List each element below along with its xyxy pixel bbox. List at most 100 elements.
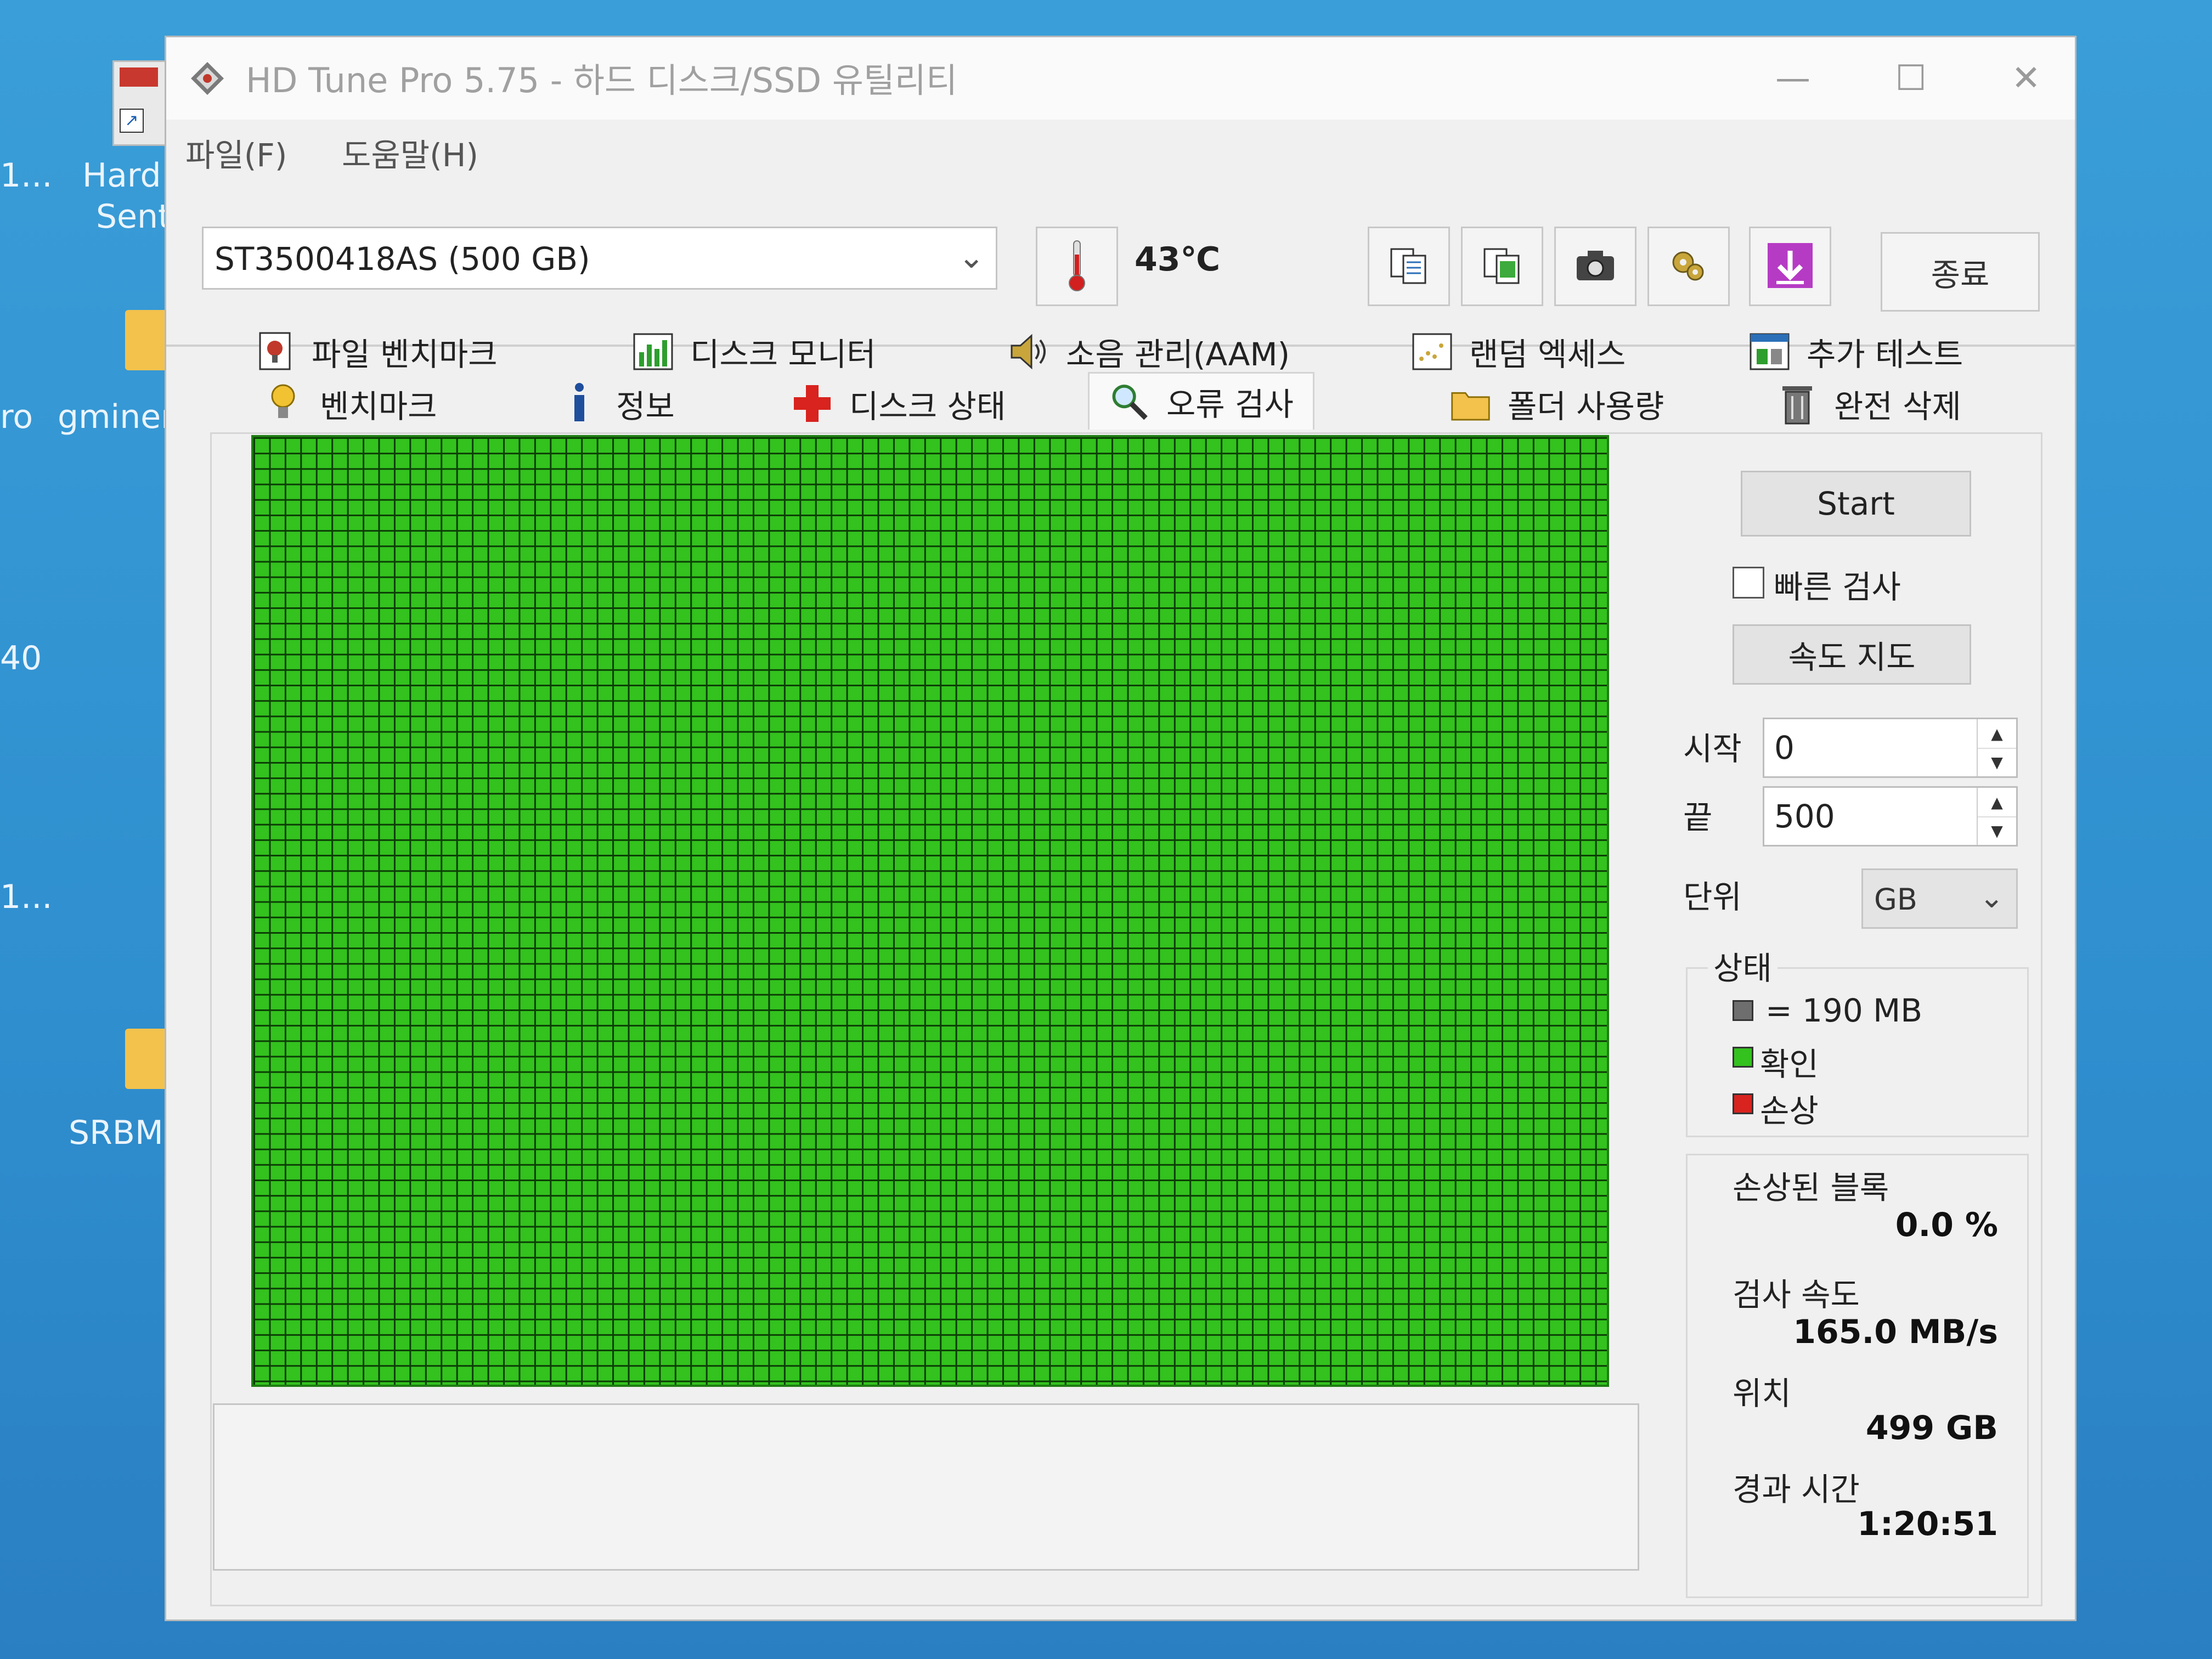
tab-folder-usage[interactable]: 폴더 사용량 xyxy=(1450,377,1664,430)
ok-label: 확인 xyxy=(1760,1046,1819,1083)
position-value: 499 GB xyxy=(1865,1409,1998,1447)
tab-label: 완전 삭제 xyxy=(1834,387,1961,425)
red-cross-icon xyxy=(792,383,833,424)
tab-info[interactable]: 정보 xyxy=(558,377,675,430)
desktop-icon-label[interactable]: SRBMi xyxy=(69,1114,172,1152)
options-button[interactable] xyxy=(1647,227,1730,306)
damaged-label: 손상 xyxy=(1760,1092,1819,1130)
damaged-swatch xyxy=(1733,1093,1753,1114)
tab-benchmark[interactable]: 벤치마크 xyxy=(262,377,437,430)
ok-swatch xyxy=(1733,1047,1753,1068)
chevron-down-icon: ⌄ xyxy=(958,238,985,275)
hard-disk-sentinel-shortcut-icon[interactable]: ↗ xyxy=(112,60,168,146)
tab-disk-health[interactable]: 디스크 상태 xyxy=(792,377,1006,430)
file-benchmark-icon xyxy=(254,331,295,372)
tab-label: 디스크 상태 xyxy=(849,387,1006,425)
thermometer-icon xyxy=(1066,238,1088,295)
tab-file-benchmark[interactable]: 파일 벤치마크 xyxy=(254,325,498,377)
tab-extra-tests[interactable]: 추가 테스트 xyxy=(1749,325,1963,377)
unit-select-value: GB xyxy=(1874,882,1917,917)
window-title: HD Tune Pro 5.75 - 하드 디스크/SSD 유틸리티 xyxy=(246,60,957,100)
copy-screenshot-button[interactable] xyxy=(1461,227,1543,306)
end-label: 끝 xyxy=(1683,799,1713,836)
menu-file[interactable]: 파일(F) xyxy=(185,129,287,176)
desktop-edge-label: 1... xyxy=(0,156,53,195)
copy-screenshot-icon xyxy=(1480,244,1524,290)
title-bar[interactable]: HD Tune Pro 5.75 - 하드 디스크/SSD 유틸리티 — ☐ ✕ xyxy=(166,37,2075,120)
desktop-icon-label[interactable]: gminer xyxy=(58,398,174,436)
speaker-icon xyxy=(1008,331,1049,372)
chevron-down-icon: ⌄ xyxy=(1979,880,2004,915)
save-button[interactable] xyxy=(1749,227,1831,306)
block-map xyxy=(251,435,1609,1387)
info-icon xyxy=(558,382,600,424)
lightbulb-icon xyxy=(262,383,303,424)
maximize-button[interactable]: ☐ xyxy=(1861,48,1960,109)
tab-random-access[interactable]: 랜덤 엑세스 xyxy=(1412,325,1626,377)
drive-select[interactable]: ST3500418AS (500 GB) ⌄ xyxy=(202,227,997,290)
spin-up-icon[interactable]: ▲ xyxy=(1978,719,2016,749)
legend-title: 상태 xyxy=(1708,943,1778,989)
tab-aam[interactable]: 소음 관리(AAM) xyxy=(1008,325,1290,377)
trash-icon xyxy=(1776,383,1818,424)
tab-label: 디스크 모니터 xyxy=(690,335,876,373)
close-button[interactable]: ✕ xyxy=(1977,48,2075,109)
start-field[interactable]: 0 ▲ ▼ xyxy=(1763,718,2018,778)
scan-log-box[interactable] xyxy=(213,1403,1639,1571)
camera-icon xyxy=(1573,246,1617,287)
hd-tune-app-icon xyxy=(188,59,227,98)
temperature-button[interactable] xyxy=(1036,227,1118,306)
copy-text-button[interactable] xyxy=(1368,227,1450,306)
toolbar: ST3500418AS (500 GB) ⌄ 43℃ 종료 xyxy=(166,180,2075,347)
minimize-button[interactable]: — xyxy=(1743,48,1842,109)
options-icon xyxy=(1667,244,1711,290)
spin-down-icon[interactable]: ▼ xyxy=(1978,748,2016,776)
spin-up-icon[interactable]: ▲ xyxy=(1978,788,2016,817)
block-size-label: = 190 MB xyxy=(1765,992,1923,1029)
elapsed-time-value: 1:20:51 xyxy=(1857,1505,1998,1543)
speed-map-button[interactable]: 속도 지도 xyxy=(1733,624,1971,685)
tab-label: 추가 테스트 xyxy=(1807,335,1963,373)
extra-tests-icon xyxy=(1749,331,1790,372)
tab-label: 파일 벤치마크 xyxy=(312,335,498,373)
unit-select[interactable]: GB ⌄ xyxy=(1861,868,2018,929)
desktop-edge-label: 40 xyxy=(0,639,42,678)
unit-label: 단위 xyxy=(1683,878,1742,916)
scan-speed-value: 165.0 MB/s xyxy=(1793,1313,1998,1351)
tab-label: 폴더 사용량 xyxy=(1508,387,1664,425)
drive-select-value: ST3500418AS (500 GB) xyxy=(215,240,590,278)
desktop-edge-label: 1... xyxy=(0,878,53,916)
tab-error-scan[interactable]: 오류 검사 xyxy=(1088,372,1314,430)
end-field-value: 500 xyxy=(1774,798,1835,835)
desktop-icon-label[interactable]: Sent xyxy=(96,198,171,236)
desktop-icon-label[interactable]: Hard xyxy=(82,156,161,195)
tab-erase[interactable]: 완전 삭제 xyxy=(1776,377,1961,430)
end-field[interactable]: 500 ▲ ▼ xyxy=(1763,786,2018,847)
scan-speed-label: 검사 속도 xyxy=(1733,1276,1860,1313)
end-spinner[interactable]: ▲ ▼ xyxy=(1977,788,2016,845)
folder-icon xyxy=(1450,383,1491,424)
menu-bar: 파일(F) 도움말(H) xyxy=(166,120,2075,180)
position-label: 위치 xyxy=(1733,1375,1791,1412)
quick-scan-checkbox[interactable] xyxy=(1733,567,1764,599)
save-icon xyxy=(1765,241,1815,292)
start-spinner[interactable]: ▲ ▼ xyxy=(1977,719,2016,776)
tab-disk-monitor[interactable]: 디스크 모니터 xyxy=(633,325,876,377)
tab-label: 랜덤 엑세스 xyxy=(1469,335,1626,373)
tab-label: 벤치마크 xyxy=(320,387,437,425)
damaged-blocks-value: 0.0 % xyxy=(1895,1206,1998,1244)
menu-help[interactable]: 도움말(H) xyxy=(342,129,478,176)
screenshot-button[interactable] xyxy=(1554,227,1637,306)
quick-scan-label[interactable]: 빠른 검사 xyxy=(1774,561,1901,607)
exit-button[interactable]: 종료 xyxy=(1881,232,2040,312)
damaged-blocks-label: 손상된 블록 xyxy=(1733,1169,1889,1206)
copy-text-icon xyxy=(1387,244,1431,290)
tab-label: 오류 검사 xyxy=(1166,386,1294,423)
block-size-swatch xyxy=(1733,1000,1753,1021)
start-field-value: 0 xyxy=(1774,729,1795,766)
tab-label: 정보 xyxy=(616,387,675,425)
spin-down-icon[interactable]: ▼ xyxy=(1978,816,2016,845)
disk-monitor-icon xyxy=(633,331,674,372)
start-button[interactable]: Start xyxy=(1741,471,1971,537)
magnifier-icon xyxy=(1109,381,1150,422)
